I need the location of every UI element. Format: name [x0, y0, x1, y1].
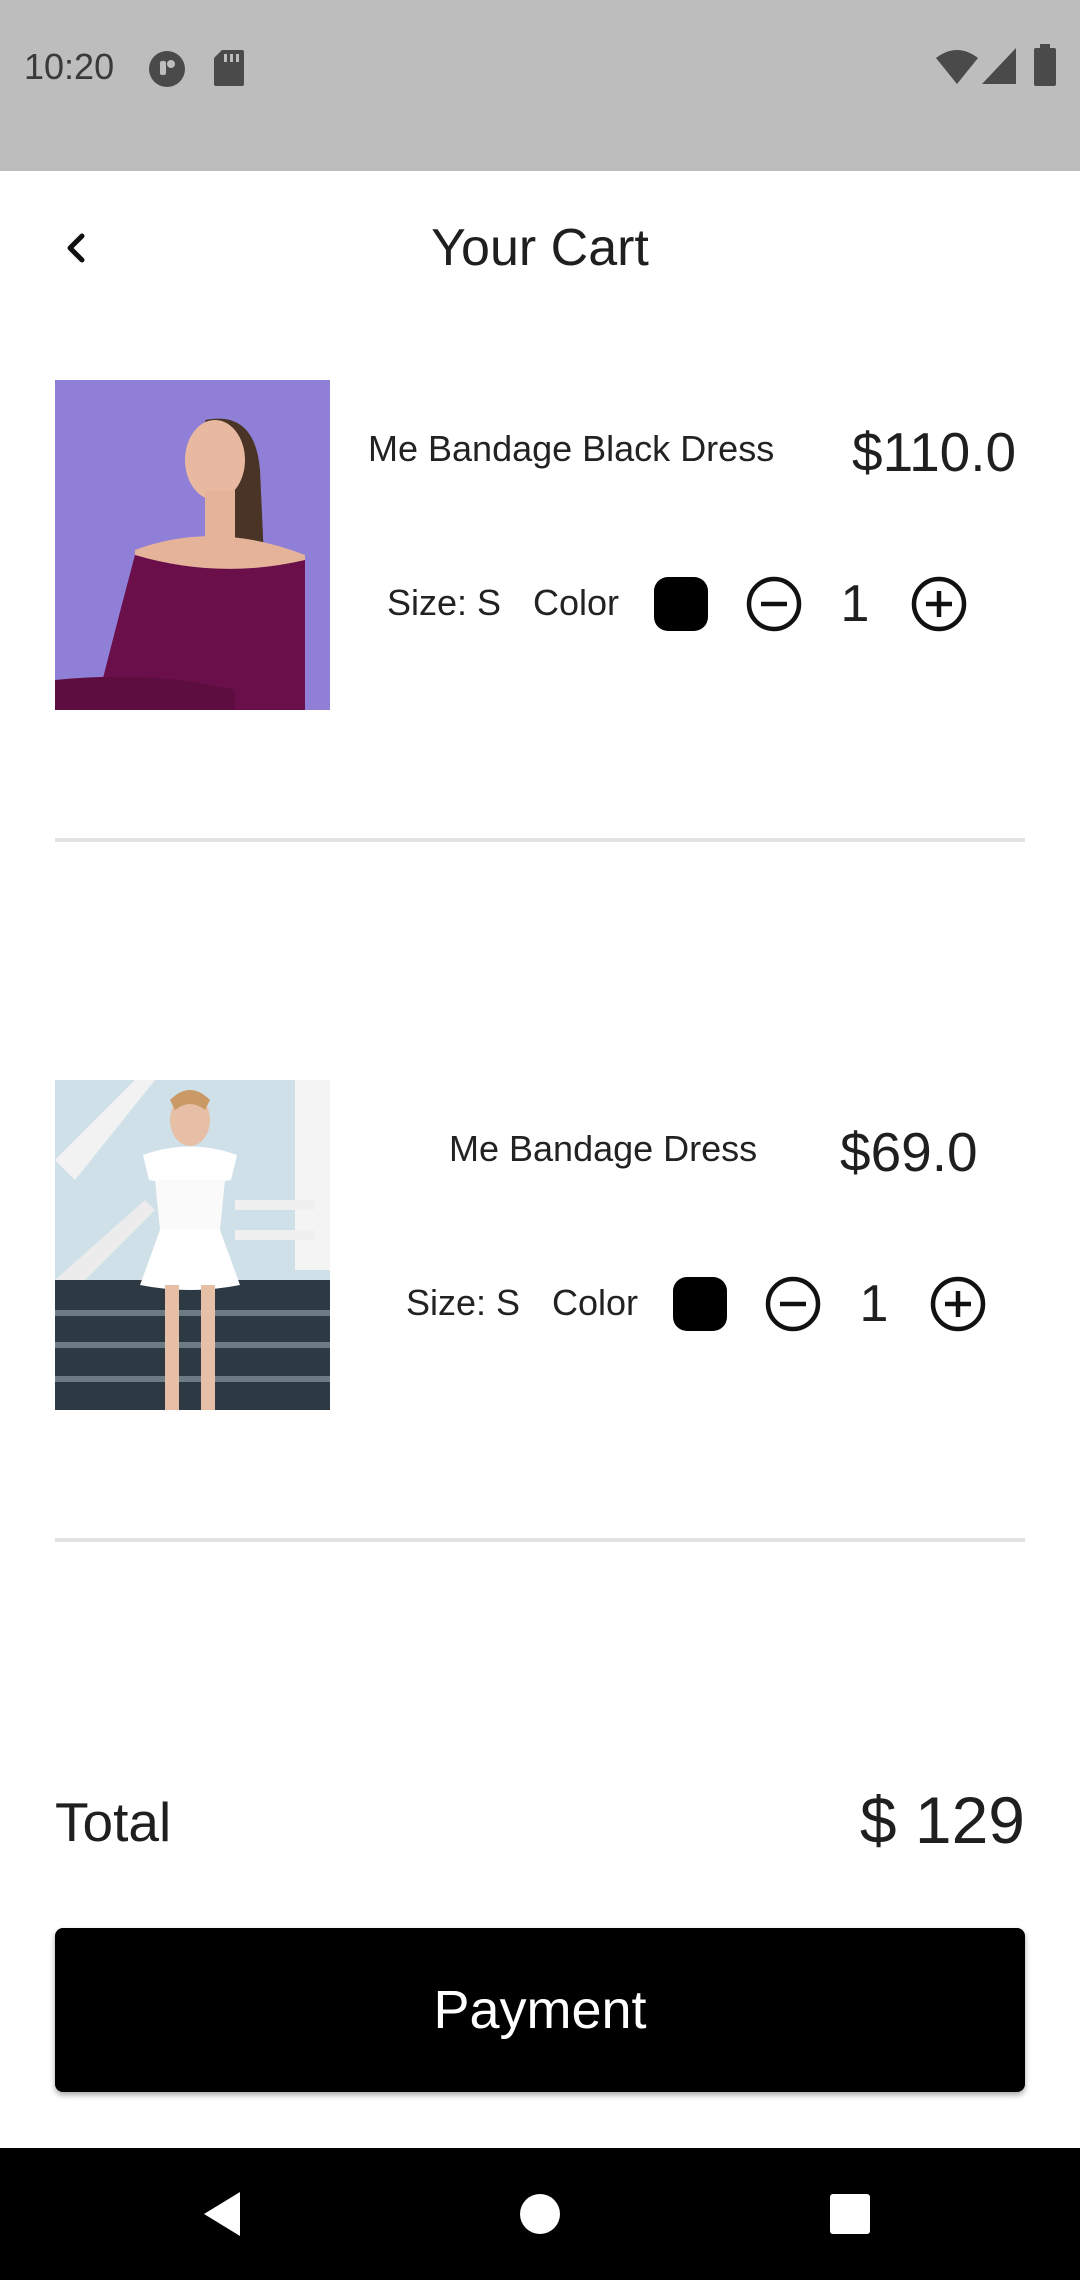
- plus-circle-icon[interactable]: [910, 575, 968, 633]
- divider: [55, 838, 1025, 842]
- item-price: $110.0: [852, 421, 1017, 483]
- media-icon: [149, 51, 185, 87]
- color-swatch[interactable]: [654, 577, 708, 631]
- total-label: Total: [55, 1791, 172, 1853]
- product-image[interactable]: [55, 380, 330, 710]
- minus-circle-icon[interactable]: [764, 1275, 822, 1333]
- status-time: 10:20: [24, 46, 115, 87]
- recents-square-icon[interactable]: [820, 2184, 880, 2244]
- home-circle-icon[interactable]: [510, 2184, 570, 2244]
- item-price: $69.0: [840, 1121, 978, 1183]
- payment-button[interactable]: Payment: [55, 1928, 1025, 2092]
- status-bar: 10:20: [0, 0, 1080, 171]
- product-image[interactable]: [55, 1080, 330, 1410]
- page-title: Your Cart: [431, 219, 649, 277]
- minus-circle-icon[interactable]: [745, 575, 803, 633]
- back-triangle-icon[interactable]: [196, 2184, 256, 2244]
- total-value: $ 129: [859, 1783, 1025, 1857]
- item-name: Me Bandage Black Dress: [368, 428, 775, 469]
- divider: [55, 1538, 1025, 1542]
- color-swatch[interactable]: [673, 1277, 727, 1331]
- signal-icon: [982, 48, 1016, 84]
- system-nav-bar: [0, 2148, 1080, 2280]
- quantity-value: 1: [859, 1275, 889, 1333]
- quantity-value: 1: [840, 575, 870, 633]
- wifi-icon: [936, 50, 978, 84]
- plus-circle-icon[interactable]: [929, 1275, 987, 1333]
- sd-card-icon: [214, 50, 244, 86]
- color-label: Color: [552, 1282, 639, 1323]
- item-name: Me Bandage Dress: [449, 1128, 758, 1169]
- size-label: Size: S: [406, 1282, 521, 1323]
- color-label: Color: [533, 582, 620, 623]
- payment-button-label: Payment: [433, 1980, 647, 2040]
- battery-icon: [1034, 44, 1056, 86]
- size-label: Size: S: [387, 582, 502, 623]
